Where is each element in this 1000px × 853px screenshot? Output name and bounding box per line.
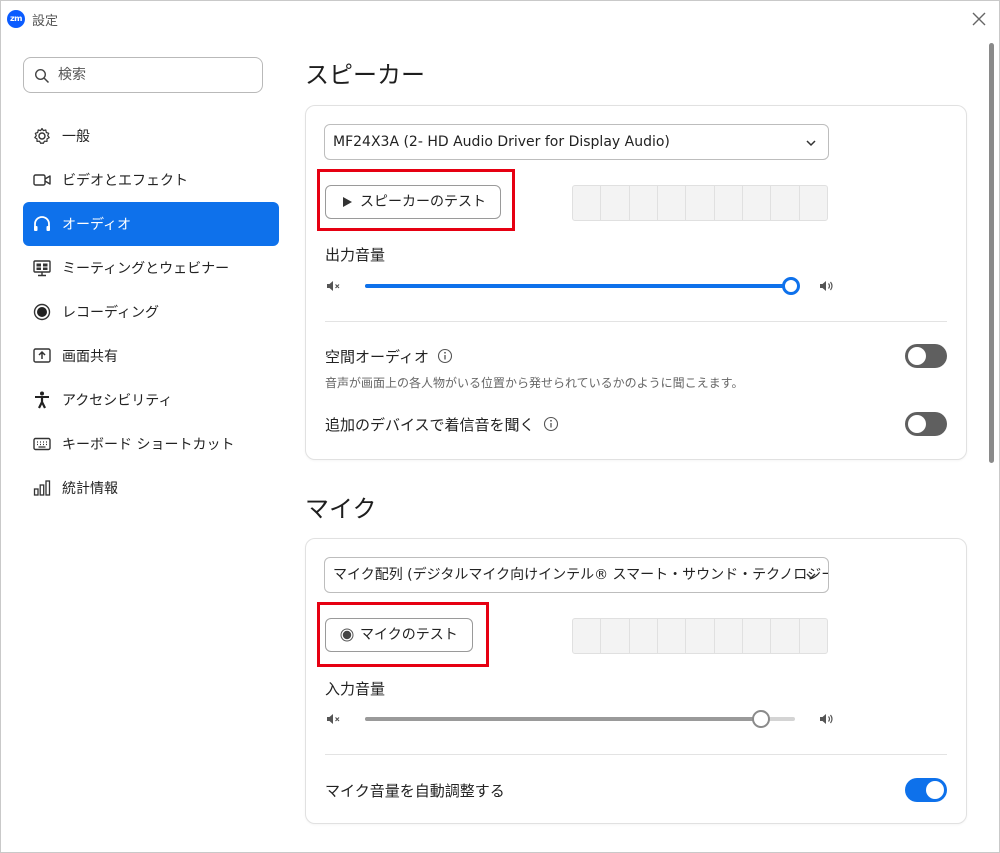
speaker-device-value: MF24X3A (2- HD Audio Driver for Display … [333,134,670,150]
sidebar-item-video[interactable]: ビデオとエフェクト [23,158,279,202]
divider [325,321,947,322]
volume-mute-icon [327,714,340,724]
sidebar-item-label: キーボード ショートカット [62,437,235,453]
sidebar-item-label: アクセシビリティ [62,393,173,409]
settings-window: zm 設定 一般 ビデオとエフェクト [0,0,1000,853]
spatial-audio-label: 空間オーディオ [325,346,453,367]
spatial-audio-description: 音声が画面上の各人物がいる位置から発せられているかのように聞こえます。 [325,376,744,390]
zoom-logo-icon: zm [7,10,25,28]
close-button[interactable] [967,7,991,31]
ring-devices-toggle[interactable] [905,412,947,436]
toggle-knob [908,415,926,433]
sidebar-nav: 一般 ビデオとエフェクト オーディオ ミーティングとウェビナー レコーディング … [23,114,279,510]
mic-device-select[interactable]: マイク配列 (デジタルマイク向けインテル® スマート・サウンド・テクノロジー) [324,557,829,593]
info-icon[interactable] [437,348,453,364]
sidebar-item-label: オーディオ [62,217,132,233]
share-screen-icon [32,346,52,366]
mic-section-title: マイク [305,495,377,523]
statistics-icon [32,478,52,498]
input-volume-label: 入力音量 [325,680,386,698]
mic-test-button[interactable]: マイクのテスト [325,618,473,652]
auto-adjust-mic-toggle[interactable] [905,778,947,802]
mic-level-meter [572,618,828,654]
info-icon[interactable] [543,416,559,432]
output-volume-row [325,276,835,296]
sidebar-item-label: 画面共有 [62,349,118,365]
spatial-audio-toggle[interactable] [905,344,947,368]
vertical-scrollbar[interactable] [985,37,997,852]
input-volume-thumb[interactable] [751,710,770,728]
search-icon [34,68,50,84]
volume-high-icon [820,714,833,724]
toggle-knob [908,347,926,365]
output-volume-label: 出力音量 [325,246,386,264]
sidebar-item-label: 統計情報 [62,481,118,497]
sidebar-item-recording[interactable]: レコーディング [23,290,279,334]
sidebar-item-label: レコーディング [62,305,160,321]
output-volume-fill [365,284,791,288]
spatial-audio-text: 空間オーディオ [325,348,429,366]
speaker-card: MF24X3A (2- HD Audio Driver for Display … [305,105,967,460]
video-camera-icon [32,170,52,190]
speaker-test-button[interactable]: スピーカーのテスト [325,185,501,219]
window-title: 設定 [32,14,59,29]
gear-icon [32,126,52,146]
auto-adjust-label: マイク音量を自動調整する [325,782,505,800]
sidebar-item-keyboard-shortcuts[interactable]: キーボード ショートカット [23,422,279,466]
sidebar: 一般 ビデオとエフェクト オーディオ ミーティングとウェビナー [1,37,291,852]
toggle-knob [926,781,944,799]
volume-high-icon [820,281,833,291]
sidebar-item-share-screen[interactable]: 画面共有 [23,334,279,378]
mic-device-value: マイク配列 (デジタルマイク向けインテル® スマート・サウンド・テクノロジー) [333,567,829,583]
input-volume-row [325,709,835,729]
speaker-section-title: スピーカー [305,61,425,89]
mic-card: マイク配列 (デジタルマイク向けインテル® スマート・サウンド・テクノロジー) … [305,538,967,824]
sidebar-item-meetings[interactable]: ミーティングとウェビナー [23,246,279,290]
sidebar-item-label: ミーティングとウェビナー [62,261,230,277]
sidebar-item-audio[interactable]: オーディオ [23,202,279,246]
accessibility-icon [32,390,52,410]
sidebar-item-accessibility[interactable]: アクセシビリティ [23,378,279,422]
record-icon [340,628,354,642]
speaker-device-select[interactable]: MF24X3A (2- HD Audio Driver for Display … [324,124,829,160]
volume-mute-icon [327,281,340,291]
search-input[interactable] [58,64,254,86]
title-bar: zm 設定 [1,1,999,37]
speaker-test-label: スピーカーのテスト [360,194,486,210]
chevron-down-icon [806,140,816,147]
output-volume-thumb[interactable] [781,277,800,295]
audio-settings-panel: スピーカー MF24X3A (2- HD Audio Driver for Di… [291,37,985,852]
chevron-down-icon [806,573,816,580]
input-volume-slider[interactable] [365,710,795,728]
scrollbar-thumb[interactable] [989,43,994,463]
input-volume-fill [365,717,761,721]
speaker-level-meter [572,185,828,221]
search-box[interactable] [23,57,263,93]
sidebar-item-label: 一般 [62,129,90,145]
output-volume-slider[interactable] [365,277,800,295]
keyboard-icon [32,434,52,454]
meeting-screen-icon [32,258,52,278]
close-icon [972,12,986,26]
sidebar-item-general[interactable]: 一般 [23,114,279,158]
sidebar-item-statistics[interactable]: 統計情報 [23,466,279,510]
headphones-icon [32,214,52,234]
record-icon [32,302,52,322]
ring-devices-text: 追加のデバイスで着信音を聞く [325,416,535,434]
mic-test-label: マイクのテスト [360,627,458,643]
divider [325,754,947,755]
play-icon [340,195,354,209]
sidebar-item-label: ビデオとエフェクト [62,173,188,189]
ring-devices-label: 追加のデバイスで着信音を聞く [325,414,559,435]
